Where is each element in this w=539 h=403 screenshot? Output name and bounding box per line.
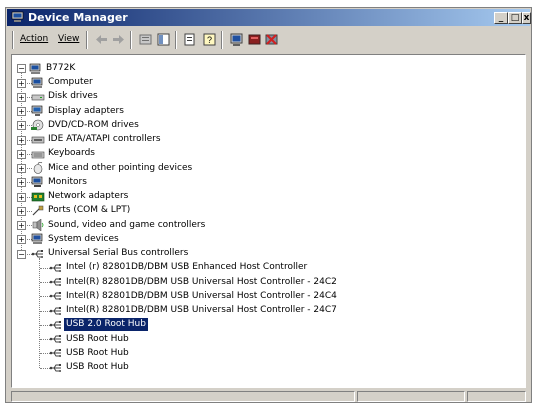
system-category-icon [31,233,43,245]
properties-icon[interactable] [138,32,153,47]
sound-category-icon [32,219,44,231]
usb-device-icon [49,335,61,343]
scan-hardware-icon[interactable] [229,32,244,47]
usb-device-icon [49,278,61,286]
collapse-root-button[interactable]: − [17,64,26,73]
tree-category-label[interactable]: Universal Serial Bus controllers [46,247,190,260]
tree-root-label[interactable]: B772K [44,62,77,75]
tree-category-label[interactable]: Sound, video and game controllers [46,219,207,232]
help-icon[interactable]: ? [202,32,217,47]
tree-category-label[interactable]: IDE ATA/ATAPI controllers [46,133,163,146]
forward-icon[interactable] [111,32,126,47]
network-category-icon [31,192,45,201]
status-bar [11,391,526,402]
expand-computer-button[interactable]: + [17,78,26,88]
device-manager-window: Device Manager _ □ x Action View ? − B77… [5,7,532,403]
title-bar[interactable]: Device Manager _ □ x [7,9,531,26]
display-category-icon [31,105,43,116]
toolbar-separator [130,31,132,49]
usb-device-label[interactable]: Intel (r) 82801DB/DBM USB Enhanced Host … [64,261,309,274]
usb-device-icon [49,292,61,301]
keyboard-category-icon [31,151,45,159]
toolbar-separator [86,31,88,49]
usb-device-icon [49,306,61,315]
usb-device-label[interactable]: Intel(R) 82801DB/DBM USB Universal Host … [64,304,339,317]
device-tree[interactable]: − B772K + Computer + Disk drives + Display ad… [11,54,526,388]
usb-device-label[interactable]: USB Root Hub [64,347,131,360]
menu-view[interactable]: View [58,34,79,44]
expand-disk-button[interactable]: + [17,92,26,102]
ide-category-icon [31,136,45,143]
device-manager-icon [11,11,24,22]
menu-action[interactable]: Action [20,34,48,44]
tree-category-label[interactable]: Display adapters [46,105,126,118]
tree-category-label[interactable]: DVD/CD-ROM drives [46,119,141,132]
selected-usb-device[interactable]: USB 2.0 Root Hub [64,318,148,332]
maximize-button[interactable]: □ [508,12,522,24]
status-panel-2 [357,391,465,402]
toolbar-separator [221,31,223,49]
status-panel-3 [467,391,526,402]
tree-category-label[interactable]: Monitors [46,176,89,189]
usb-device-label[interactable]: Intel(R) 82801DB/DBM USB Universal Host … [64,290,339,303]
expand-usb-button[interactable]: − [17,249,26,259]
menu-toolbar: Action View ? [10,28,527,52]
expand-system-button[interactable]: + [17,235,26,245]
tree-category-label[interactable]: Disk drives [46,90,100,103]
window-title: Device Manager [28,11,128,24]
status-panel-main [11,391,355,402]
minimize-button[interactable]: _ [494,12,508,24]
print-icon[interactable] [182,32,197,47]
uninstall-icon[interactable] [264,32,279,47]
port-category-icon [32,205,44,216]
computer-category-icon [31,77,43,88]
usb-device-icon [49,349,61,358]
expand-mouse-button[interactable]: + [17,164,26,173]
usb-device-icon [49,363,61,372]
usb-device-label[interactable]: USB Root Hub [64,333,131,346]
tree-guide-line [39,257,40,368]
back-icon[interactable] [94,32,109,47]
toolbar-grip [12,31,14,49]
mouse-category-icon [33,162,43,174]
tree-category-label[interactable]: Keyboards [46,147,97,160]
tree-icon[interactable] [156,32,171,47]
tree-category-label[interactable]: Ports (COM & LPT) [46,204,132,217]
dvd-category-icon [31,119,44,131]
monitor-category-icon [31,176,43,188]
toolbar-separator [175,31,177,49]
expand-monitor-button[interactable]: + [17,178,26,188]
expand-ide-button[interactable]: + [17,135,26,145]
disk-category-icon [31,94,45,101]
usb-category-icon [31,249,43,258]
expand-keyboard-button[interactable]: + [17,149,26,159]
tree-category-label[interactable]: Network adapters [46,190,130,203]
tree-category-label[interactable]: System devices [46,233,121,246]
computer-root-icon [29,63,41,74]
svg-text:?: ? [207,35,212,45]
tree-category-label[interactable]: Mice and other pointing devices [46,162,194,175]
close-button[interactable]: x [522,12,531,24]
usb-device-icon [49,320,61,329]
usb-device-icon [49,263,61,272]
expand-network-button[interactable]: + [17,192,26,202]
expand-sound-button[interactable]: + [17,221,26,230]
expand-port-button[interactable]: + [17,206,26,216]
expand-dvd-button[interactable]: + [17,121,26,131]
expand-display-button[interactable]: + [17,107,26,116]
tree-category-label[interactable]: Computer [46,76,95,89]
usb-device-label[interactable]: USB Root Hub [64,361,131,374]
usb-device-label[interactable]: Intel(R) 82801DB/DBM USB Universal Host … [64,276,339,289]
update-driver-icon[interactable] [247,32,262,47]
